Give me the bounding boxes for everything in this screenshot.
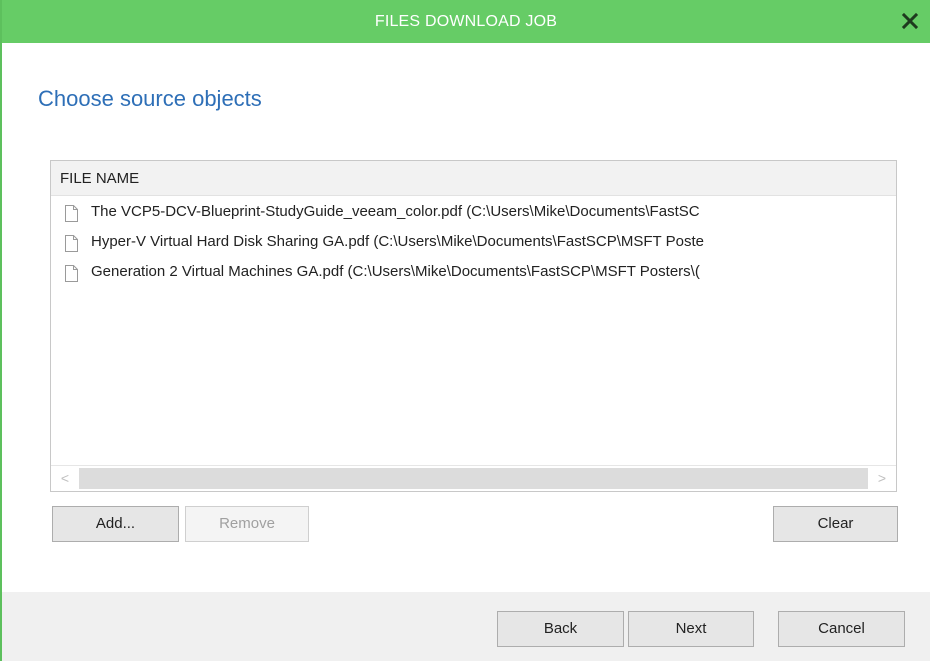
file-name-column-header[interactable]: FILE NAME xyxy=(51,161,896,196)
remove-button[interactable]: Remove xyxy=(185,506,309,542)
file-icon xyxy=(65,235,78,252)
back-button[interactable]: Back xyxy=(497,611,624,647)
clear-button[interactable]: Clear xyxy=(773,506,898,542)
scroll-right-arrow-icon[interactable]: > xyxy=(868,466,896,491)
files-download-job-dialog: FILES DOWNLOAD JOB Choose source objects… xyxy=(0,0,930,661)
close-icon[interactable] xyxy=(898,9,922,33)
scrollbar-thumb[interactable] xyxy=(79,468,868,489)
list-item[interactable]: The VCP5-DCV-Blueprint-StudyGuide_veeam_… xyxy=(51,199,896,229)
window-title: FILES DOWNLOAD JOB xyxy=(374,13,558,30)
list-item[interactable]: Hyper-V Virtual Hard Disk Sharing GA.pdf… xyxy=(51,229,896,259)
list-item-label: Generation 2 Virtual Machines GA.pdf (C:… xyxy=(91,263,700,280)
column-header-label: FILE NAME xyxy=(60,170,140,187)
horizontal-scrollbar[interactable]: < > xyxy=(51,465,896,491)
file-icon xyxy=(65,205,78,222)
add-button[interactable]: Add... xyxy=(52,506,179,542)
scroll-left-arrow-icon[interactable]: < xyxy=(51,466,79,491)
section-title: Choose source objects xyxy=(38,86,262,111)
list-item-label: Hyper-V Virtual Hard Disk Sharing GA.pdf… xyxy=(91,233,704,250)
file-list-panel: FILE NAME The VCP5-DCV-Blueprint-StudyGu… xyxy=(50,160,897,492)
file-list: The VCP5-DCV-Blueprint-StudyGuide_veeam_… xyxy=(51,199,896,289)
list-item-label: The VCP5-DCV-Blueprint-StudyGuide_veeam_… xyxy=(91,203,700,220)
cancel-button[interactable]: Cancel xyxy=(778,611,905,647)
title-bar: FILES DOWNLOAD JOB xyxy=(2,0,930,43)
close-icon-glyph xyxy=(901,12,919,30)
file-icon xyxy=(65,265,78,282)
list-item[interactable]: Generation 2 Virtual Machines GA.pdf (C:… xyxy=(51,259,896,289)
next-button[interactable]: Next xyxy=(628,611,754,647)
